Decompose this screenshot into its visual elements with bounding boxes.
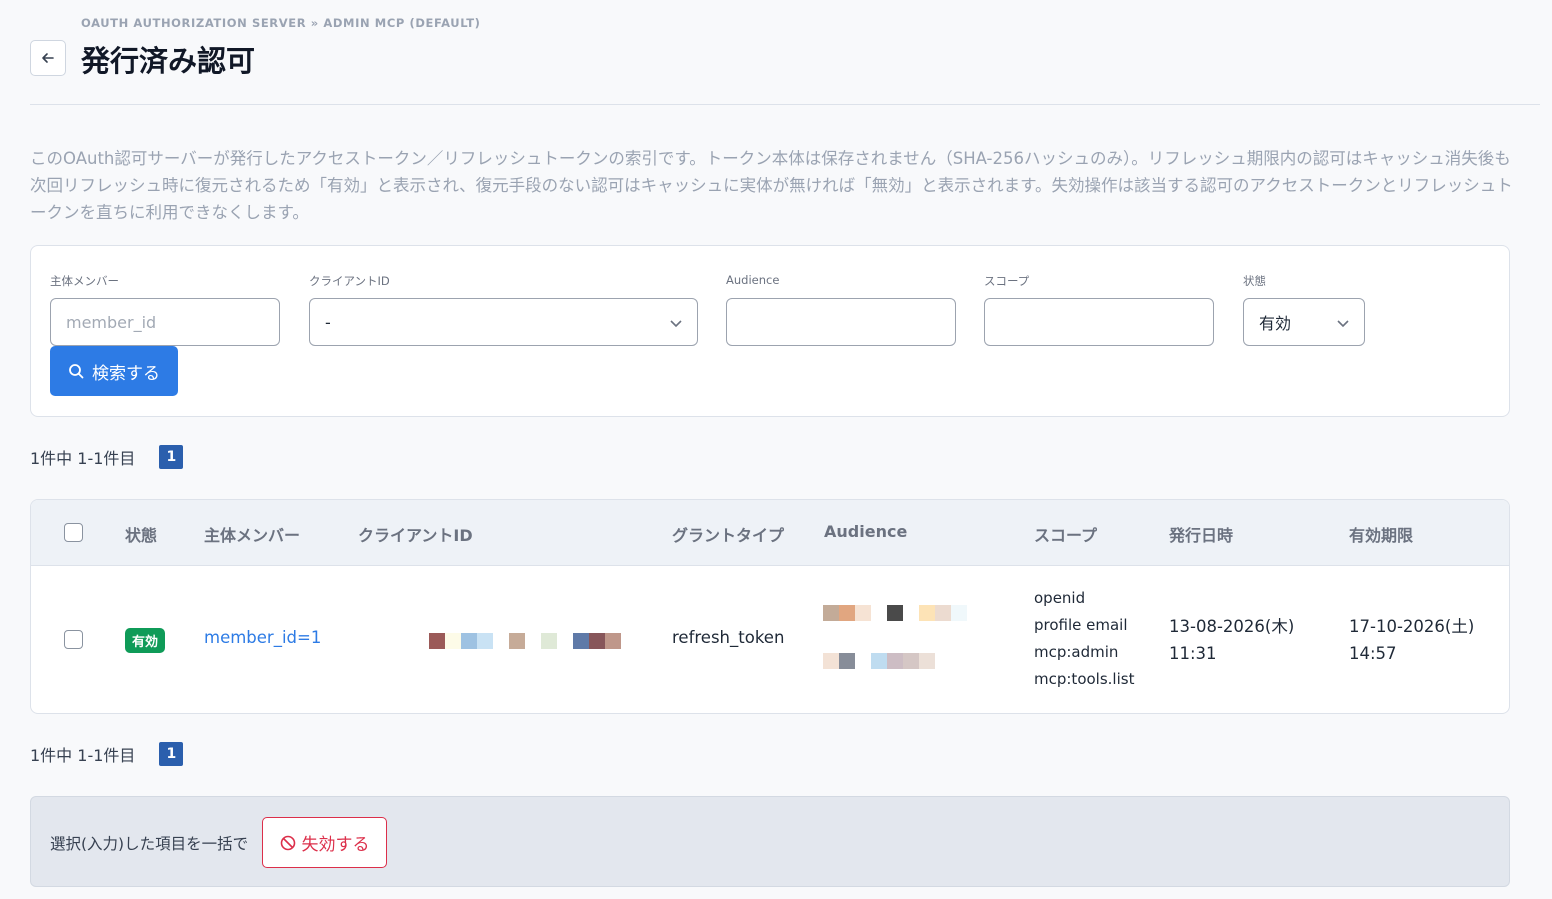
column-header-member[interactable]: 主体メンバー bbox=[204, 522, 300, 546]
audience-redacted bbox=[823, 605, 967, 621]
header-divider bbox=[30, 104, 1540, 105]
breadcrumb: OAUTH AUTHORIZATION SERVER » ADMIN MCP (… bbox=[81, 16, 481, 30]
scope-item: profile email bbox=[1034, 616, 1128, 634]
back-button[interactable] bbox=[30, 40, 66, 76]
member-filter-label: 主体メンバー bbox=[50, 274, 119, 288]
expires-date: 17-10-2026(土) bbox=[1349, 617, 1475, 636]
scope-list: openid profile email mcp:admin mcp:tools… bbox=[1034, 585, 1134, 693]
page-link[interactable]: 1 bbox=[159, 445, 184, 469]
column-header-client-id[interactable]: クライアントID bbox=[358, 522, 473, 546]
filter-panel: 主体メンバー member_id クライアントID - Audience スコー… bbox=[30, 245, 1510, 417]
audience-filter-input[interactable] bbox=[726, 298, 956, 346]
grants-table: 状態 主体メンバー クライアントID グラントタイプ Audience スコープ… bbox=[30, 499, 1510, 714]
table-header: 状態 主体メンバー クライアントID グラントタイプ Audience スコープ… bbox=[31, 500, 1509, 566]
select-all-checkbox[interactable] bbox=[64, 523, 83, 542]
status-filter-value: 有効 bbox=[1259, 314, 1292, 333]
bulk-action-bar: 選択(入力)した項目を一括で 失効する bbox=[30, 796, 1510, 887]
revoke-button-label: 失効する bbox=[301, 835, 370, 855]
search-icon bbox=[69, 364, 84, 379]
scope-item: openid bbox=[1034, 589, 1086, 607]
client-filter-value: - bbox=[325, 312, 331, 332]
issued-date: 13-08-2026(木) bbox=[1169, 617, 1295, 636]
column-header-issued-at[interactable]: 発行日時 bbox=[1169, 522, 1233, 546]
status-filter-label: 状態 bbox=[1243, 274, 1266, 288]
audience-redacted bbox=[823, 653, 935, 669]
page-description: このOAuth認可サーバーが発行したアクセストークン／リフレッシュトークンの索引… bbox=[30, 149, 1513, 222]
arrow-left-icon bbox=[42, 53, 54, 63]
chevron-down-icon bbox=[670, 320, 682, 328]
column-header-scope[interactable]: スコープ bbox=[1034, 522, 1097, 546]
status-filter-select[interactable]: 有効 bbox=[1243, 298, 1365, 346]
status-badge: 有効 bbox=[125, 628, 166, 653]
expires-at: 17-10-2026(土) 14:57 bbox=[1349, 613, 1474, 667]
pagination-summary: 1件中 1-1件目 bbox=[30, 746, 136, 765]
column-header-audience[interactable]: Audience bbox=[824, 522, 907, 541]
scope-filter-label: スコープ bbox=[984, 274, 1030, 288]
scope-filter-input[interactable] bbox=[984, 298, 1214, 346]
client-id-redacted bbox=[429, 633, 621, 649]
issued-at: 13-08-2026(木) 11:31 bbox=[1169, 613, 1294, 667]
page-link[interactable]: 1 bbox=[159, 742, 184, 766]
issued-time: 11:31 bbox=[1169, 644, 1217, 663]
member-link[interactable]: member_id=1 bbox=[204, 628, 321, 647]
search-button[interactable]: 検索する bbox=[50, 346, 178, 396]
column-header-expires-at[interactable]: 有効期限 bbox=[1349, 522, 1413, 546]
ban-icon bbox=[280, 835, 295, 850]
search-button-label: 検索する bbox=[92, 363, 160, 384]
grant-type: refresh_token bbox=[672, 628, 785, 647]
bulk-action-label: 選択(入力)した項目を一括で bbox=[50, 835, 249, 853]
chevron-down-icon bbox=[1337, 320, 1349, 328]
client-filter-label: クライアントID bbox=[309, 274, 390, 288]
row-checkbox[interactable] bbox=[64, 630, 83, 649]
member-filter-input[interactable]: member_id bbox=[50, 298, 280, 346]
pagination-summary: 1件中 1-1件目 bbox=[30, 449, 136, 468]
column-header-grant-type[interactable]: グラントタイプ bbox=[672, 522, 784, 546]
page-title: 発行済み認可 bbox=[81, 44, 256, 78]
expires-time: 14:57 bbox=[1349, 644, 1397, 663]
scope-item: mcp:admin bbox=[1034, 643, 1119, 661]
pagination-top: 1件中 1-1件目 1 bbox=[30, 445, 184, 469]
column-header-status[interactable]: 状態 bbox=[125, 522, 157, 546]
scope-item: mcp:tools.list bbox=[1034, 670, 1135, 688]
client-filter-select[interactable]: - bbox=[309, 298, 698, 346]
audience-filter-label: Audience bbox=[726, 273, 780, 287]
pagination-bottom: 1件中 1-1件目 1 bbox=[30, 742, 184, 766]
revoke-button[interactable]: 失効する bbox=[262, 817, 387, 868]
